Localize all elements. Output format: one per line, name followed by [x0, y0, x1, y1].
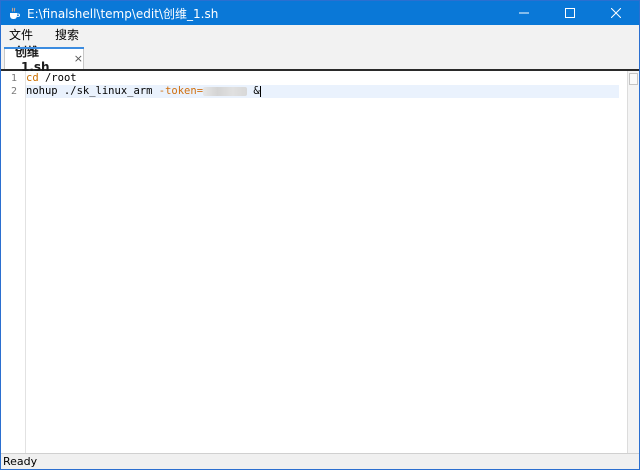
vertical-scrollbar[interactable] — [627, 71, 639, 455]
status-text: Ready — [3, 455, 38, 468]
command-args: /root — [38, 72, 77, 84]
close-window-button[interactable] — [593, 1, 639, 25]
redacted-token — [203, 86, 248, 96]
editor-window: E:\finalshell\temp\edit\创维_1.sh 文件 搜索 创维… — [0, 0, 640, 470]
tab-file[interactable]: 创维_1.sh × — [4, 45, 84, 74]
window-controls — [501, 1, 639, 25]
token-flag: -token= — [158, 85, 204, 97]
tab-label: 创维_1.sh — [15, 45, 50, 74]
tab-close-icon[interactable]: × — [74, 52, 83, 65]
minimize-icon — [519, 12, 529, 14]
background-operator: & — [247, 85, 260, 97]
maximize-icon — [565, 8, 575, 18]
line-number: 2 — [10, 86, 17, 97]
status-bar: Ready — [1, 453, 639, 469]
code-line-2[interactable]: nohup ./sk_linux_arm -token= & — [26, 85, 619, 98]
line-number: 1 — [10, 73, 17, 84]
scrollbar-box[interactable] — [629, 73, 638, 85]
command-keyword: cd — [26, 72, 39, 84]
code-line-1[interactable]: cd /root — [26, 72, 619, 85]
minimize-button[interactable] — [501, 1, 547, 25]
maximize-button[interactable] — [547, 1, 593, 25]
command-text: nohup ./sk_linux_arm — [26, 85, 159, 97]
title-bar[interactable]: E:\finalshell\temp\edit\创维_1.sh — [1, 1, 639, 25]
window-title: E:\finalshell\temp\edit\创维_1.sh — [27, 6, 219, 21]
menu-bar: 文件 搜索 — [1, 25, 639, 45]
menu-file[interactable]: 文件 — [1, 25, 43, 45]
line-number-gutter: 1 2 — [1, 71, 26, 455]
text-caret — [259, 85, 261, 97]
close-icon — [611, 8, 621, 18]
java-cup-icon — [7, 6, 21, 20]
tab-strip: 创维_1.sh × — [1, 45, 639, 74]
code-editor[interactable]: 1 2 cd /root nohup ./sk_linux_arm -token… — [1, 71, 629, 455]
code-area[interactable]: cd /root nohup ./sk_linux_arm -token= & — [26, 71, 629, 455]
menu-search[interactable]: 搜索 — [47, 25, 89, 45]
